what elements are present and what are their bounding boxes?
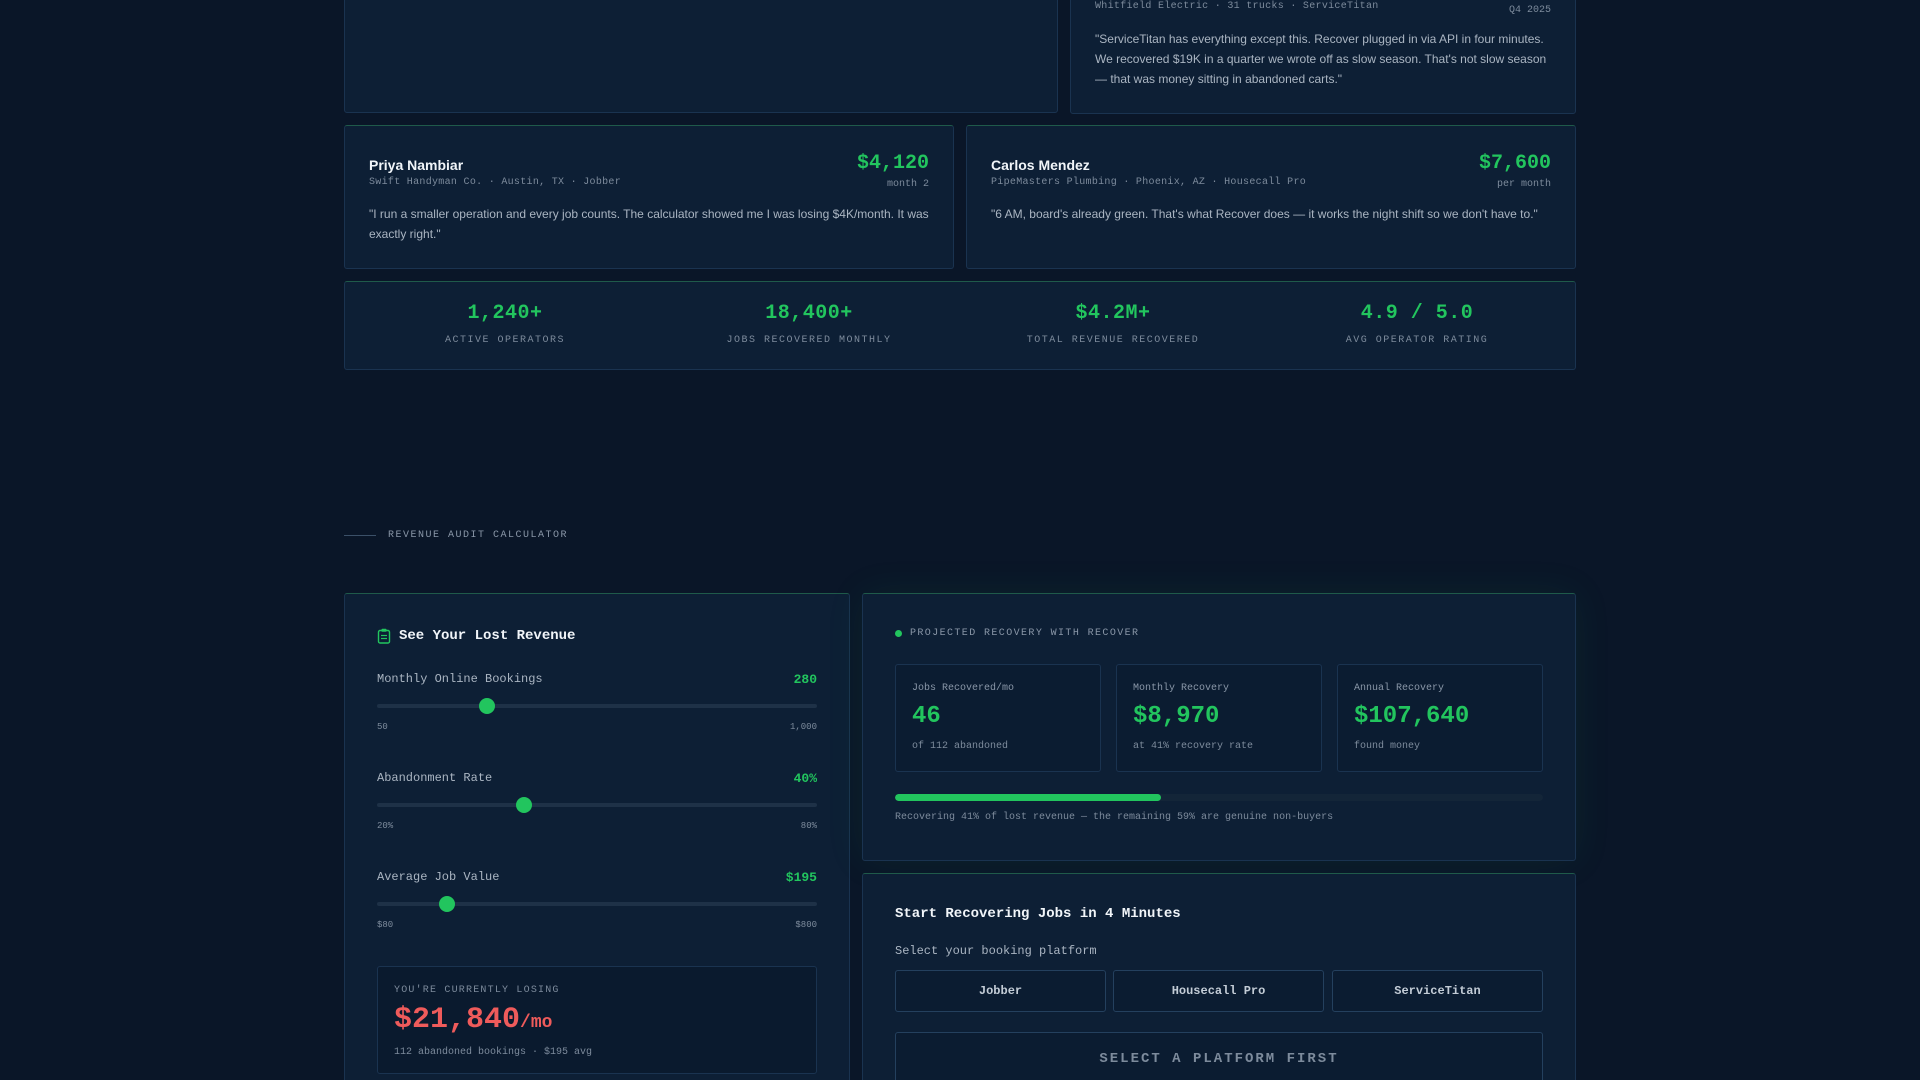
slider-label: Abandonment Rate (377, 771, 493, 785)
slider-thumb[interactable] (439, 896, 456, 912)
losing-amount-value: $21,840 (394, 1003, 521, 1037)
testimonial-meta: PipeMasters Plumbing · Phoenix, AZ · Hou… (991, 177, 1307, 188)
calculator-title: See Your Lost Revenue (377, 628, 575, 644)
platform-button-housecall-pro[interactable]: Housecall Pro (1113, 970, 1324, 1012)
testimonial-quote: "I run a smaller operation and every job… (369, 207, 929, 241)
recovery-label-text: PROJECTED RECOVERY WITH RECOVER (910, 628, 1140, 639)
start-card: Start Recovering Jobs in 4 Minutes Selec… (862, 873, 1576, 1080)
metric-value: 46 (912, 703, 941, 730)
losing-subtext: 112 abandoned bookings · $195 avg (394, 1047, 593, 1058)
stat-jobs-recovered: 18,400+ JOBS RECOVERED MONTHLY (684, 302, 934, 346)
section-label: REVENUE AUDIT CALCULATOR (344, 530, 568, 541)
slider-min: 50 (377, 722, 388, 732)
recovery-card: PROJECTED RECOVERY WITH RECOVER Jobs Rec… (862, 593, 1576, 861)
metric-monthly-recovery: Monthly Recovery $8,970 at 41% recovery … (1116, 664, 1322, 772)
testimonial-card-carlos: Carlos Mendez PipeMasters Plumbing · Pho… (966, 125, 1576, 269)
testimonial-card-top-left (344, 0, 1058, 113)
testimonial-period: per month (1496, 179, 1551, 190)
metric-value: $8,970 (1133, 703, 1220, 730)
stat-total-revenue: $4.2M+ TOTAL REVENUE RECOVERED (988, 302, 1238, 346)
testimonial-meta: Whitfield Electric · 31 trucks · Service… (1095, 1, 1379, 12)
slider-max: $800 (795, 920, 817, 930)
stat-label: ACTIVE OPERATORS (444, 335, 565, 346)
testimonial-quote: "ServiceTitan has everything except this… (1095, 32, 1547, 86)
losing-label: YOU'RE CURRENTLY LOSING (394, 985, 560, 996)
slider-thumb[interactable] (515, 797, 532, 813)
calculator-title-text: See Your Lost Revenue (399, 628, 576, 644)
testimonial-period: month 2 (886, 179, 929, 190)
metric-annual-recovery: Annual Recovery $107,640 found money (1337, 664, 1543, 772)
testimonial-amount: $4,120 (856, 152, 929, 175)
recovery-progress-note: Recovering 41% of lost revenue — the rem… (895, 812, 1334, 823)
slider-min: $80 (377, 920, 394, 930)
stat-label: AVG OPERATOR RATING (1345, 335, 1489, 346)
metric-label: Monthly Recovery (1133, 683, 1230, 694)
slider-max: 80% (800, 821, 817, 831)
testimonial-period: Q4 2025 (1508, 5, 1551, 16)
testimonial-name: Priya Nambiar (369, 157, 464, 173)
testimonial-quote: "6 AM, board's already green. That's wha… (991, 207, 1538, 221)
recovery-progress-fill (895, 794, 1161, 801)
platform-button-servicetitan[interactable]: ServiceTitan (1332, 970, 1543, 1012)
stats-strip: 1,240+ ACTIVE OPERATORS 18,400+ JOBS REC… (344, 281, 1576, 370)
section-divider (344, 535, 376, 536)
testimonial-card-priya: Priya Nambiar Swift Handyman Co. · Austi… (344, 125, 954, 269)
metric-jobs-recovered: Jobs Recovered/mo 46 of 112 abandoned (895, 664, 1101, 772)
metric-subtext: at 41% recovery rate (1133, 741, 1254, 752)
testimonial-card-top-right: Whitfield Electric · 31 trucks · Service… (1070, 0, 1576, 114)
slider-min: 20% (377, 821, 394, 831)
status-dot-icon (895, 630, 902, 637)
recovery-progress-bar (895, 794, 1543, 801)
metric-subtext: of 112 abandoned (912, 741, 1009, 752)
platform-button-jobber[interactable]: Jobber (895, 970, 1106, 1012)
start-title: Start Recovering Jobs in 4 Minutes (895, 906, 1181, 922)
stat-label: JOBS RECOVERED MONTHLY (726, 335, 892, 346)
stat-active-operators: 1,240+ ACTIVE OPERATORS (380, 302, 630, 346)
slider-label: Average Job Value (377, 870, 500, 884)
metric-label: Annual Recovery (1354, 683, 1445, 694)
select-platform-cta-button[interactable]: SELECT A PLATFORM FIRST (895, 1032, 1543, 1080)
slider-value: 280 (793, 672, 817, 687)
recovery-label: PROJECTED RECOVERY WITH RECOVER (895, 628, 1139, 639)
slider-value: 40% (793, 771, 817, 786)
slider-thumb[interactable] (479, 698, 495, 714)
section-label-text: REVENUE AUDIT CALCULATOR (388, 530, 569, 541)
metric-label: Jobs Recovered/mo (912, 683, 1015, 694)
slider-max: 1,000 (789, 722, 817, 732)
calculator-card: See Your Lost Revenue Monthly Online Boo… (344, 593, 850, 1080)
stat-value: 4.9 / 5.0 (1360, 302, 1474, 325)
testimonial-amount: $7,600 (1478, 152, 1551, 175)
testimonial-name: Carlos Mendez (991, 157, 1090, 173)
losing-amount-unit: /mo (520, 1013, 553, 1033)
losing-summary: YOU'RE CURRENTLY LOSING $21,840/mo 112 a… (377, 966, 817, 1074)
testimonial-meta: Swift Handyman Co. · Austin, TX · Jobber (369, 177, 622, 188)
slider-track[interactable] (377, 704, 817, 708)
stat-value: 18,400+ (765, 302, 853, 325)
platform-select-label: Select your booking platform (895, 944, 1097, 958)
metric-subtext: found money (1354, 741, 1421, 752)
stat-label: TOTAL REVENUE RECOVERED (1026, 335, 1200, 346)
stat-avg-rating: 4.9 / 5.0 AVG OPERATOR RATING (1292, 302, 1542, 346)
slider-label: Monthly Online Bookings (377, 672, 543, 686)
metric-value: $107,640 (1354, 703, 1470, 730)
slider-value: $195 (785, 870, 817, 885)
losing-amount: $21,840/mo (394, 1003, 552, 1037)
stat-value: $4.2M+ (1075, 302, 1151, 325)
slider-track[interactable] (377, 803, 817, 807)
stat-value: 1,240+ (467, 302, 543, 325)
clipboard-icon (377, 628, 391, 644)
